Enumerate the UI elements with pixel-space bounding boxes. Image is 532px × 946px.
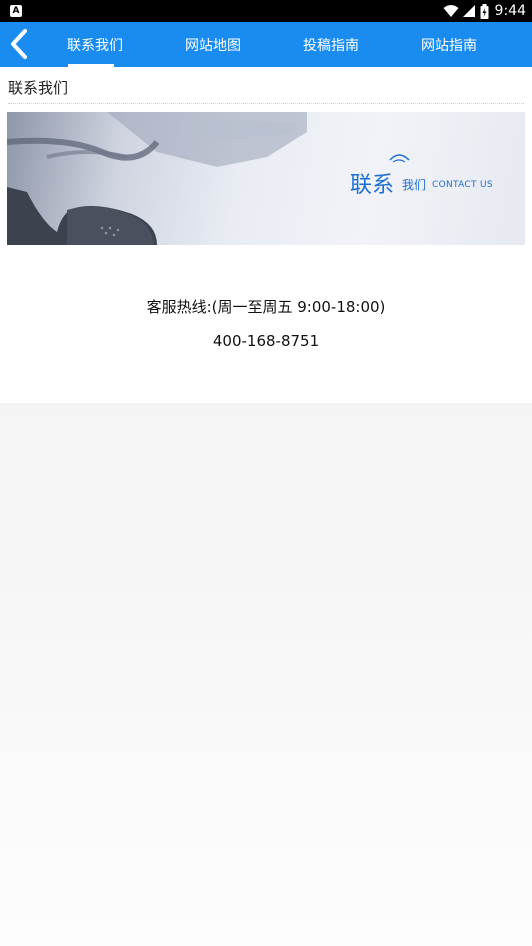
tab-label: 网站地图 [185, 37, 241, 54]
status-bar: A 9:44 [0, 0, 532, 22]
divider [8, 103, 524, 104]
tab-submission-guide[interactable]: 投稿指南 [276, 22, 386, 67]
wifi-icon [443, 5, 459, 17]
main-content: 联系我们 联系 我们 CONTACT US 客服热线:(周一至周五 9:00-1… [0, 67, 532, 403]
tab-site-guide[interactable]: 网站指南 [394, 22, 504, 67]
status-right: 9:44 [443, 2, 526, 20]
phone-handset-icon [7, 112, 410, 245]
banner-subtitle: 我们 [402, 178, 427, 192]
notification-icon: A [10, 5, 22, 17]
hotline-text: 客服热线:(周一至周五 9:00-18:00) [146, 298, 386, 316]
tab-contact-us[interactable]: 联系我们 [40, 22, 150, 67]
status-time: 9:44 [494, 3, 526, 19]
banner-title: 联系 [350, 173, 395, 198]
phone-number: 400-168-8751 [212, 332, 320, 350]
tab-site-map[interactable]: 网站地图 [158, 22, 268, 67]
signal-icon [462, 5, 475, 17]
nav-bar: 联系我们 网站地图 投稿指南 网站指南 [0, 22, 532, 67]
notification-letter: A [12, 5, 20, 16]
banner-english: CONTACT US [432, 180, 493, 190]
contact-banner: 联系 我们 CONTACT US [7, 112, 525, 245]
tab-label: 投稿指南 [303, 37, 359, 54]
tab-label: 联系我们 [67, 37, 123, 54]
back-button[interactable] [4, 26, 34, 62]
section-title: 联系我们 [8, 79, 69, 97]
battery-icon [480, 3, 489, 19]
tab-label: 网站指南 [421, 37, 477, 54]
back-arrow-icon [11, 29, 27, 59]
